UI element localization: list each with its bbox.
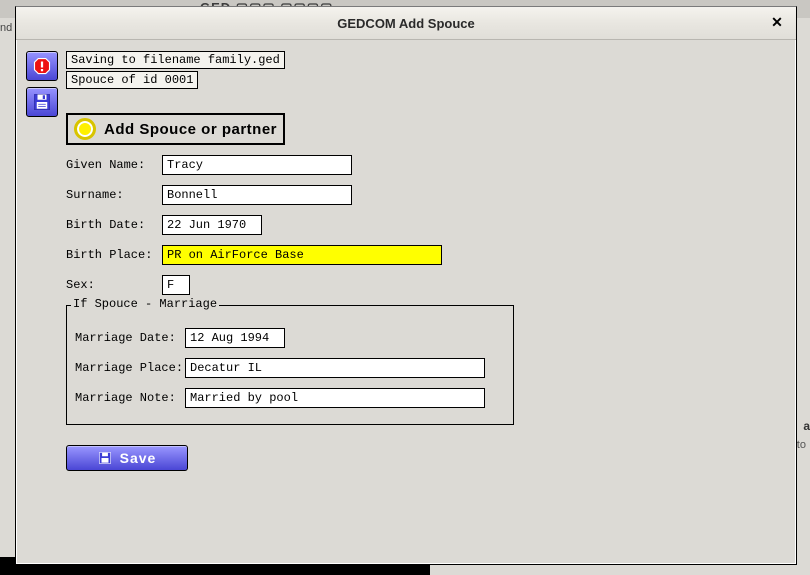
gedcom-add-spouse-dialog: GEDCOM Add Spouce ✕ — [15, 6, 797, 565]
close-button[interactable]: ✕ — [768, 13, 786, 31]
stop-button[interactable] — [26, 51, 58, 81]
birth-place-input[interactable] — [162, 245, 442, 265]
floppy-disk-icon — [33, 93, 51, 111]
save-button[interactable]: Save — [66, 445, 188, 471]
sex-input[interactable] — [162, 275, 190, 295]
stop-icon — [33, 57, 51, 75]
floppy-disk-icon — [98, 451, 112, 465]
background-cut-text-left: nd — [0, 22, 12, 34]
dialog-titlebar: GEDCOM Add Spouce ✕ — [16, 7, 796, 40]
icon-toolbar — [26, 51, 58, 123]
rings-icon — [74, 118, 96, 140]
birth-date-input[interactable] — [162, 215, 262, 235]
marriage-fieldset: If Spouce - Marriage Marriage Date: Marr… — [66, 305, 514, 425]
given-name-input[interactable] — [162, 155, 352, 175]
status-spouse-id: Spouce of id 0001 — [66, 71, 198, 89]
label-given-name: Given Name: — [66, 158, 162, 172]
label-birth-place: Birth Place: — [66, 248, 162, 262]
label-birth-date: Birth Date: — [66, 218, 162, 232]
label-marriage-date: Marriage Date: — [75, 331, 185, 345]
section-header-label: Add Spouce or partner — [104, 121, 277, 138]
section-header-add-spouse: Add Spouce or partner — [66, 113, 285, 145]
background-cut-text-right-bold: a — [803, 419, 810, 433]
label-sex: Sex: — [66, 278, 162, 292]
marriage-date-input[interactable] — [185, 328, 285, 348]
save-button-label: Save — [120, 450, 157, 466]
marriage-legend: If Spouce - Marriage — [71, 297, 219, 311]
label-marriage-note: Marriage Note: — [75, 391, 185, 405]
disk-save-button[interactable] — [26, 87, 58, 117]
surname-input[interactable] — [162, 185, 352, 205]
close-icon: ✕ — [771, 14, 783, 31]
dialog-title: GEDCOM Add Spouce — [337, 16, 474, 31]
marriage-note-input[interactable] — [185, 388, 485, 408]
label-surname: Surname: — [66, 188, 162, 202]
label-marriage-place: Marriage Place: — [75, 361, 185, 375]
status-saving-filename: Saving to filename family.ged — [66, 51, 285, 69]
marriage-place-input[interactable] — [185, 358, 485, 378]
